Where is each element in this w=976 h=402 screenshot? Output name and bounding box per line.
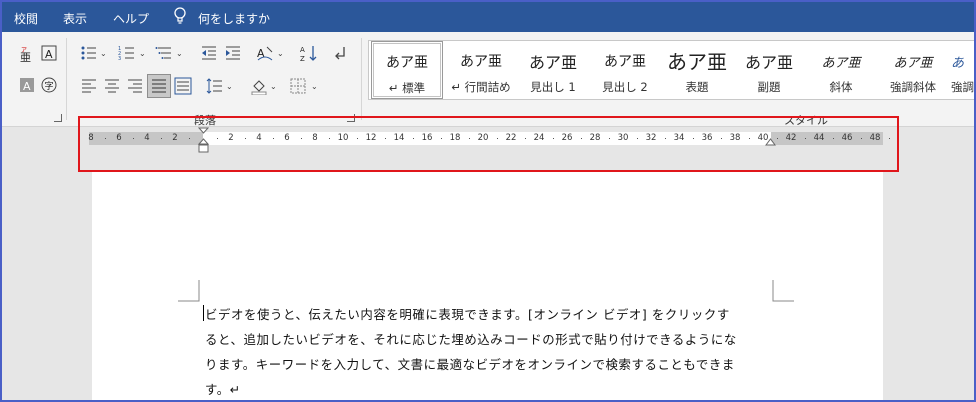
justify-button[interactable] [147, 74, 171, 98]
style-title[interactable]: あア亜 表題 [661, 41, 733, 99]
bullets-icon[interactable] [80, 44, 98, 62]
svg-text:A: A [300, 46, 305, 54]
align-left-icon[interactable] [80, 77, 98, 95]
decrease-indent-icon[interactable] [200, 44, 218, 62]
increase-indent-icon[interactable] [224, 44, 242, 62]
style-heading-2[interactable]: あア亜 見出し 2 [589, 41, 661, 99]
svg-text:3: 3 [118, 56, 121, 62]
style-subtitle[interactable]: あア亜 副題 [733, 41, 805, 99]
document-body-text[interactable]: ビデオを使うと、伝えたい内容を明確に表現できます。[オンライン ビデオ] をクリ… [205, 302, 785, 400]
line-spacing-icon[interactable] [205, 77, 223, 95]
tab-review[interactable]: 校閲 [14, 10, 38, 27]
style-heading-1[interactable]: あア亜 見出し 1 [517, 41, 589, 99]
style-normal[interactable]: あア亜 ↵ 標準 [371, 41, 443, 99]
show-hide-marks-icon[interactable] [332, 44, 350, 62]
character-shading-icon[interactable]: A [18, 76, 36, 94]
svg-text:A: A [45, 48, 53, 61]
phonetic-guide-icon[interactable]: ア亜 [18, 44, 36, 62]
document-area: ビデオを使うと、伝えたい内容を明確に表現できます。[オンライン ビデオ] をクリ… [2, 172, 974, 400]
tab-view[interactable]: 表示 [63, 10, 87, 27]
borders-icon[interactable] [289, 77, 307, 95]
ribbon-tab-bar: 校閲 表示 ヘルプ 何をしますか [2, 2, 974, 32]
svg-text:Z: Z [300, 55, 305, 62]
style-emphasis[interactable]: あ 強調 [947, 41, 974, 99]
lightbulb-icon [173, 7, 187, 25]
text-cursor [203, 305, 204, 321]
tab-help[interactable]: ヘルプ [113, 10, 149, 27]
align-center-icon[interactable] [103, 77, 121, 95]
crop-mark-left [178, 280, 200, 302]
styles-gallery: あア亜 ↵ 標準 あア亜 ↵ 行間詰め あア亜 見出し 1 あア亜 見出し 2 … [368, 40, 974, 100]
text-line: ると、追加したいビデオを、それに応じた埋め込みコードの形式で貼り付けできるように… [205, 332, 737, 347]
align-right-icon[interactable] [126, 77, 144, 95]
distributed-icon[interactable] [174, 77, 192, 95]
svg-text:字: 字 [45, 80, 54, 92]
style-no-spacing[interactable]: あア亜 ↵ 行間詰め [445, 41, 517, 99]
multilevel-list-icon[interactable] [155, 44, 173, 62]
tell-me-search[interactable]: 何をしますか [198, 10, 270, 27]
character-border-icon[interactable]: A [40, 44, 58, 62]
svg-text:A: A [23, 80, 31, 93]
sort-icon[interactable]: AZ [300, 44, 318, 62]
enclose-characters-icon[interactable]: 字 [40, 76, 58, 94]
shading-icon[interactable] [250, 77, 268, 95]
style-emphasis-italic[interactable]: あア亜 強調斜体 [877, 41, 949, 99]
numbering-icon[interactable]: 123 [118, 44, 136, 62]
style-italic[interactable]: あア亜 斜体 [805, 41, 877, 99]
word-window: 校閲 表示 ヘルプ 何をしますか ア亜 A A 字 ⌄ 123 ⌄ ⌄ A ⌄ … [0, 0, 976, 402]
crop-mark-right [772, 280, 794, 302]
svg-text:亜: 亜 [20, 51, 31, 62]
font-dialog-launcher[interactable] [54, 114, 62, 122]
asian-layout-icon[interactable]: A [256, 44, 274, 62]
text-line: ビデオを使うと、伝えたい内容を明確に表現できます。[オンライン ビデオ] をクリ… [205, 307, 730, 322]
ruler-highlight-box [78, 116, 899, 172]
document-page[interactable]: ビデオを使うと、伝えたい内容を明確に表現できます。[オンライン ビデオ] をクリ… [92, 172, 883, 400]
text-line: ります。キーワードを入力して、文書に最適なビデオをオンラインで検索することもでき… [205, 357, 735, 372]
text-line: す。↵ [205, 382, 241, 397]
